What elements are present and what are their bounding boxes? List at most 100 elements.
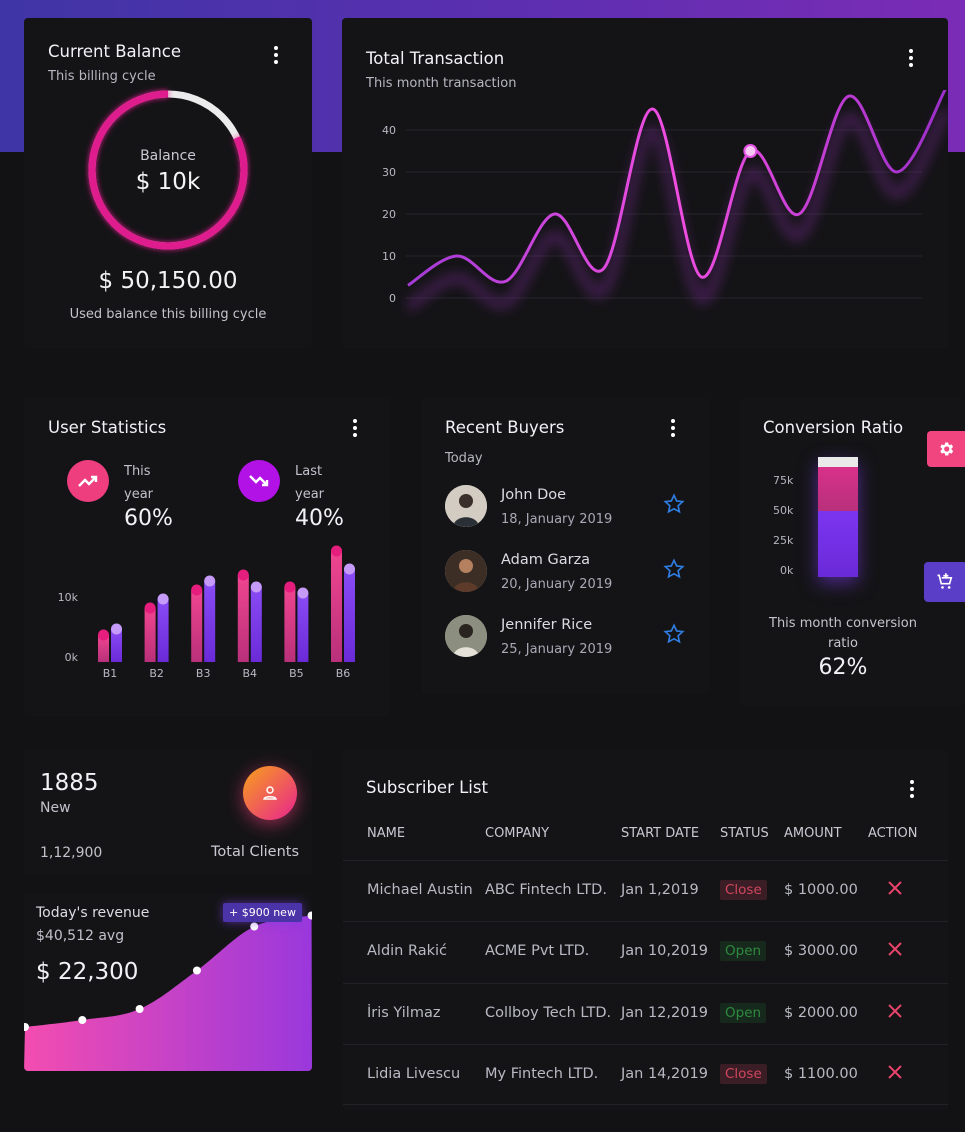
- buyers-menu-icon[interactable]: [667, 419, 679, 437]
- buyer-item[interactable]: Jennifer Rice 25, January 2019: [445, 615, 695, 659]
- user-stats-menu-icon[interactable]: [349, 419, 361, 437]
- trending-up-icon: [67, 460, 109, 502]
- clients-total-label: Total Clients: [211, 844, 300, 860]
- cart-button[interactable]: [924, 562, 965, 602]
- star-icon[interactable]: [663, 493, 685, 515]
- conversion-segment-pink: [818, 466, 858, 511]
- subscriber-name: Aldin Rakić: [367, 943, 448, 959]
- close-icon[interactable]: [886, 1002, 904, 1020]
- y-tick-label: 10: [382, 250, 396, 263]
- subscriber-name: Michael Austin: [367, 882, 473, 898]
- conversion-tick: 25k: [773, 534, 794, 547]
- table-row: Michael Austin ABC Fintech LTD. Jan 1,20…: [343, 860, 948, 921]
- x-tick-label: B3: [196, 667, 211, 680]
- transaction-menu-icon[interactable]: [905, 49, 917, 67]
- bar-cap: [191, 584, 203, 596]
- subscriber-company: ACME Pvt LTD.: [485, 943, 590, 959]
- bar-cap: [344, 563, 355, 575]
- subscriber-amount: $ 1000.00: [784, 882, 858, 898]
- subscriber-title: Subscriber List: [366, 778, 488, 797]
- subscriber-amount: $ 3000.00: [784, 943, 858, 959]
- bar-cap: [144, 602, 156, 614]
- clients-total: 1,12,900: [40, 845, 103, 861]
- bar-this-year: [284, 587, 296, 662]
- y-tick-label: 20: [382, 208, 396, 221]
- close-icon[interactable]: [886, 940, 904, 958]
- buyer-item[interactable]: John Doe 18, January 2019: [445, 485, 695, 529]
- close-icon[interactable]: [886, 879, 904, 897]
- user-stats-chart: 10k 0k B1 B2 B3 B4 B5 B6: [58, 545, 355, 680]
- buyer-item[interactable]: Adam Garza 20, January 2019: [445, 550, 695, 594]
- revenue-badge: + $900 new: [223, 903, 302, 922]
- trending-down-icon: [238, 460, 280, 502]
- conversion-segment-purple: [818, 510, 858, 577]
- balance-caption: Used balance this billing cycle: [69, 307, 267, 322]
- last-year-label-2: year: [295, 487, 325, 502]
- this-year-label-1: This: [124, 464, 151, 479]
- x-tick-label: B2: [149, 667, 164, 680]
- clients-button[interactable]: [243, 766, 297, 820]
- bar-this-year: [191, 590, 203, 662]
- balance-amount: $ 50,150.00: [98, 268, 238, 294]
- status-badge: Close: [720, 1064, 767, 1084]
- buyers-subtitle: Today: [445, 451, 483, 466]
- y-tick-label: 30: [382, 166, 396, 179]
- avatar: [445, 550, 487, 592]
- transaction-subtitle: This month transaction: [366, 76, 517, 91]
- subscriber-name: İris Yilmaz: [367, 1005, 441, 1021]
- star-icon[interactable]: [663, 623, 685, 645]
- subscriber-menu-icon[interactable]: [906, 780, 918, 798]
- last-year-label-1: Last: [295, 464, 323, 479]
- conversion-tick: 0k: [780, 564, 794, 577]
- subscriber-company: Collboy Tech LTD.: [485, 1005, 612, 1021]
- column-header[interactable]: NAME: [367, 826, 405, 841]
- revenue-point: [135, 1005, 144, 1013]
- add-cart-icon: [937, 573, 952, 589]
- subscriber-company: ABC Fintech LTD.: [485, 882, 607, 898]
- conversion-segment-light: [818, 457, 858, 467]
- y-tick-label: 0k: [65, 651, 79, 664]
- balance-subtitle: This billing cycle: [48, 69, 156, 84]
- column-header[interactable]: STATUS: [720, 826, 769, 841]
- column-header[interactable]: COMPANY: [485, 826, 549, 841]
- conversion-value: 62%: [818, 655, 868, 680]
- status-badge: Open: [720, 1003, 767, 1023]
- revenue-point: [250, 922, 259, 931]
- clients-card: 1885 New 1,12,900 Total Clients: [24, 750, 312, 875]
- ring-value: $ 10k: [135, 169, 201, 195]
- y-tick-label: 10k: [58, 591, 79, 604]
- user-icon: [263, 786, 277, 800]
- bar-last-year: [204, 581, 216, 662]
- status-badge: Open: [720, 941, 767, 961]
- conversion-caption-1: This month conversion: [769, 616, 917, 631]
- settings-button[interactable]: [927, 431, 965, 467]
- revenue-card: Today's revenue $40,512 avg $ 22,300 + $…: [24, 893, 312, 1071]
- bar-last-year: [344, 569, 355, 662]
- highlight-point: [743, 144, 758, 158]
- y-tick-label: 0: [389, 292, 396, 305]
- bar-cap: [250, 581, 262, 593]
- column-header[interactable]: ACTION: [868, 826, 917, 841]
- buyer-name: Jennifer Rice: [501, 617, 593, 633]
- buyer-name: Adam Garza: [501, 552, 591, 568]
- column-header[interactable]: START DATE: [621, 826, 699, 841]
- balance-menu-icon[interactable]: [270, 46, 282, 64]
- status-badge: Close: [720, 880, 767, 900]
- bar-cap: [157, 593, 169, 605]
- bar-this-year: [144, 608, 156, 662]
- close-icon[interactable]: [886, 1063, 904, 1081]
- subscriber-start-date: Jan 14,2019: [621, 1066, 708, 1082]
- bar-cap: [98, 629, 109, 641]
- star-icon[interactable]: [663, 558, 685, 580]
- x-tick-label: B6: [336, 667, 351, 680]
- revenue-title: Today's revenue: [36, 905, 150, 921]
- revenue-point: [78, 1016, 87, 1024]
- conversion-bar: [818, 457, 858, 577]
- subscriber-name: Lidia Livescu: [367, 1066, 461, 1082]
- bar-last-year: [297, 593, 309, 662]
- balance-title: Current Balance: [48, 42, 182, 61]
- subscriber-amount: $ 1100.00: [784, 1066, 858, 1082]
- column-header[interactable]: AMOUNT: [784, 826, 842, 841]
- y-tick-label: 40: [382, 124, 396, 137]
- bar-this-year: [237, 575, 249, 662]
